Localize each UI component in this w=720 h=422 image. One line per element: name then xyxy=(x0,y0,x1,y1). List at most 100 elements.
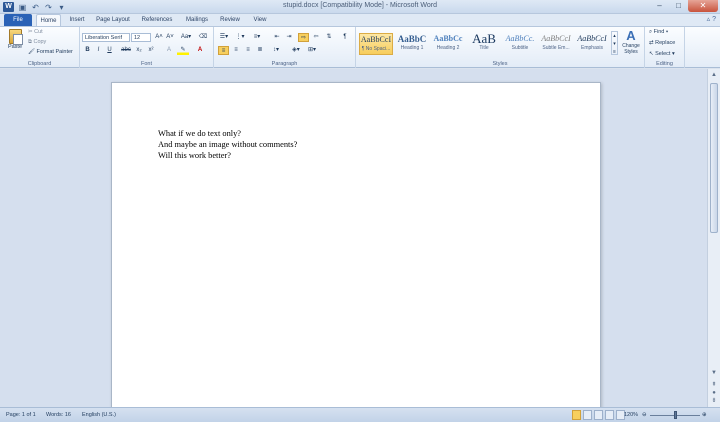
find-button[interactable]: ⌕ Find ▾ xyxy=(649,29,668,36)
borders-icon[interactable]: ⊞▾ xyxy=(306,46,318,55)
paste-icon xyxy=(8,29,23,45)
tab-insert[interactable]: Insert xyxy=(65,14,89,26)
align-center-icon[interactable]: ≡ xyxy=(231,46,241,55)
print-layout-icon[interactable] xyxy=(572,410,581,420)
sort-icon[interactable]: ⇅ xyxy=(324,33,334,42)
close-icon[interactable]: ✕ xyxy=(688,0,718,12)
increase-indent-icon[interactable]: ⇥ xyxy=(284,33,294,42)
cut-button[interactable]: ✂ Cut xyxy=(28,29,43,35)
font-name-select[interactable]: Liberation Serif xyxy=(82,33,130,42)
style-label: Subtle Em... xyxy=(542,45,570,51)
style-label: Subtitle xyxy=(511,45,529,51)
style-preview: AaBbCcI xyxy=(360,35,392,44)
underline-button[interactable]: U xyxy=(105,46,114,55)
scroll-down-icon[interactable]: ▼ xyxy=(709,369,719,378)
brush-icon: 🖌 xyxy=(28,49,37,55)
language-indicator[interactable]: English (U.S.) xyxy=(80,411,118,420)
style-emphasis[interactable]: AaBbCcI Emphasis xyxy=(575,33,609,55)
tab-review[interactable]: Review xyxy=(218,14,242,26)
page-count[interactable]: Page: 1 of 1 xyxy=(4,411,38,420)
ribbon: Paste ✂ Cut ⧉ Copy 🖌 Format Painter Clip… xyxy=(0,26,720,68)
document-line[interactable]: And maybe an image without comments? xyxy=(158,140,297,149)
align-left-icon[interactable]: ≡ xyxy=(218,46,229,55)
text-effects-icon[interactable]: A xyxy=(164,46,174,55)
style-no-spacing[interactable]: AaBbCcI ¶ No Spaci... xyxy=(359,33,393,55)
subscript-button[interactable]: x₂ xyxy=(134,46,144,55)
rtl-direction-icon[interactable]: ⇦ xyxy=(311,33,321,42)
title-bar: W ▣ ↶ ↷ ▾ stupid.docx [Compatibility Mod… xyxy=(0,0,720,14)
outline-view-icon[interactable] xyxy=(605,410,614,420)
tab-file[interactable]: File xyxy=(4,14,32,26)
document-line[interactable]: What if we do text only? xyxy=(158,129,241,138)
replace-label: Replace xyxy=(655,40,676,46)
zoom-out-icon[interactable]: ⊖ xyxy=(640,411,649,420)
font-size-select[interactable]: 12 xyxy=(131,33,151,42)
editing-group-label: Editing xyxy=(656,61,673,67)
zoom-in-icon[interactable]: ⊕ xyxy=(700,411,709,420)
change-case-icon[interactable]: Aa▾ xyxy=(180,33,192,42)
font-color-icon[interactable]: A xyxy=(194,46,206,55)
italic-button[interactable]: I xyxy=(94,46,103,55)
style-heading-2[interactable]: AaBbCc Heading 2 xyxy=(431,33,465,55)
styles-group: AaBbCcI ¶ No Spaci... AaBbC Heading 1 AaBb… xyxy=(356,27,645,68)
document-page[interactable]: What if we do text only? And maybe an im… xyxy=(111,82,601,407)
ltr-direction-icon[interactable]: ⇨ xyxy=(298,33,309,42)
style-heading-1[interactable]: AaBbC Heading 1 xyxy=(395,33,429,55)
numbering-icon[interactable]: ⋮▾ xyxy=(234,33,246,42)
justify-icon[interactable]: ≣ xyxy=(255,46,265,55)
bold-button[interactable]: B xyxy=(83,46,92,55)
style-preview: AaBbCc xyxy=(433,34,463,43)
style-label: Heading 2 xyxy=(436,45,460,51)
style-title[interactable]: AaB Title xyxy=(467,33,501,55)
vertical-scrollbar[interactable]: ▲ ▼ ⇞ ● ⇟ xyxy=(707,69,720,407)
minimize-icon[interactable]: – xyxy=(650,0,669,12)
clipboard-group: Paste ✂ Cut ⧉ Copy 🖌 Format Painter Clip… xyxy=(0,27,80,68)
select-button[interactable]: ↖ Select ▾ xyxy=(649,51,675,57)
zoom-slider-knob[interactable] xyxy=(674,411,677,419)
replace-button[interactable]: ⇄ Replace xyxy=(649,40,675,46)
change-styles-button[interactable]: A Change Styles xyxy=(620,28,642,56)
web-layout-icon[interactable] xyxy=(594,410,603,420)
strikethrough-button[interactable]: abc xyxy=(120,46,132,55)
word-count[interactable]: Words: 16 xyxy=(44,411,73,420)
style-preview: AaBbCcI xyxy=(541,34,571,43)
tab-view[interactable]: View xyxy=(250,14,270,26)
tab-references[interactable]: References xyxy=(139,14,175,26)
next-page-icon[interactable]: ⇟ xyxy=(709,397,719,406)
scroll-thumb[interactable] xyxy=(710,83,718,233)
multilevel-list-icon[interactable]: ≡▾ xyxy=(251,33,263,42)
document-line[interactable]: Will this work better? xyxy=(158,151,231,160)
align-right-icon[interactable]: ≡ xyxy=(243,46,253,55)
bullets-icon[interactable]: ☰▾ xyxy=(218,33,230,42)
copy-label: Copy xyxy=(33,39,47,45)
window-title: stupid.docx [Compatibility Mode] - Micro… xyxy=(283,2,437,9)
full-screen-reading-icon[interactable] xyxy=(583,410,592,420)
zoom-level[interactable]: 120% xyxy=(622,411,640,420)
format-painter-button[interactable]: 🖌 Format Painter xyxy=(28,49,73,55)
shading-icon[interactable]: ◈▾ xyxy=(290,46,302,55)
line-spacing-icon[interactable]: ↕▾ xyxy=(270,46,282,55)
help-icon[interactable]: ▵ ? xyxy=(707,15,716,23)
paste-button[interactable]: Paste xyxy=(5,29,25,50)
grow-font-icon[interactable]: A˄ xyxy=(154,33,164,42)
show-formatting-icon[interactable]: ¶ xyxy=(340,33,350,42)
copy-button[interactable]: ⧉ Copy xyxy=(28,39,46,46)
style-label: Emphasis xyxy=(581,45,603,51)
style-preview: AaBbCcI xyxy=(577,34,607,43)
change-styles-icon: A xyxy=(626,28,636,43)
style-subtitle[interactable]: AaBbCc. Subtitle xyxy=(503,33,537,55)
shrink-font-icon[interactable]: A˅ xyxy=(165,33,175,42)
maximize-icon[interactable]: □ xyxy=(669,0,688,12)
clipboard-group-label: Clipboard xyxy=(27,61,52,67)
styles-scroll-icon[interactable]: ▴ ▾ ≡ xyxy=(611,31,618,55)
find-label: Find xyxy=(653,29,665,35)
decrease-indent-icon[interactable]: ⇤ xyxy=(272,33,282,42)
style-subtle-emphasis[interactable]: AaBbCcI Subtle Em... xyxy=(539,33,573,55)
scroll-up-icon[interactable]: ▲ xyxy=(709,71,719,80)
tab-home[interactable]: Home xyxy=(36,14,61,26)
tab-page-layout[interactable]: Page Layout xyxy=(94,14,132,26)
clear-formatting-icon[interactable]: ⌫ xyxy=(198,33,208,42)
highlight-color-icon[interactable]: ✎ xyxy=(177,46,189,55)
superscript-button[interactable]: x² xyxy=(146,46,156,55)
tab-mailings[interactable]: Mailings xyxy=(182,14,212,26)
